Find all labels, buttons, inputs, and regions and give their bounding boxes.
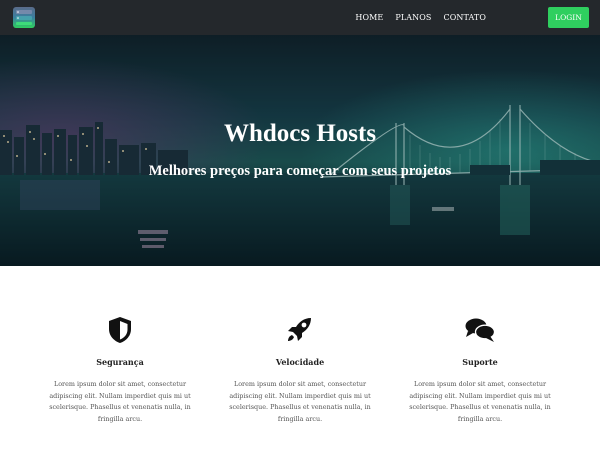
- hero-subtitle: Melhores preços para começar com seus pr…: [148, 163, 452, 179]
- hero-background-image: [0, 35, 600, 266]
- rocket-icon: [288, 318, 311, 341]
- nav-link-home[interactable]: HOME: [355, 13, 383, 22]
- feature-description: Lorem ipsum dolor sit amet, consectetur …: [229, 380, 371, 423]
- feature-title: Suporte: [462, 357, 498, 367]
- feature-description: Lorem ipsum dolor sit amet, consectetur …: [409, 380, 551, 423]
- feature-title: Velocidade: [275, 357, 325, 367]
- nav-link-planos[interactable]: PLANOS: [395, 13, 431, 22]
- login-button[interactable]: LOGIN: [548, 7, 589, 28]
- navbar: HOME PLANOS CONTATO LOGIN: [0, 0, 600, 35]
- logo-icon[interactable]: [13, 7, 35, 28]
- shield-icon: [109, 317, 131, 343]
- hero-banner: Whdocs Hosts Melhores preços para começa…: [0, 35, 600, 266]
- feature-title: Segurança: [96, 357, 144, 367]
- nav-links: HOME PLANOS CONTATO: [355, 0, 486, 35]
- feature-description: Lorem ipsum dolor sit amet, consectetur …: [49, 380, 191, 423]
- features-section: Segurança Lorem ipsum dolor sit amet, co…: [0, 266, 600, 451]
- nav-link-contato[interactable]: CONTATO: [443, 13, 486, 22]
- hero-title: Whdocs Hosts: [223, 120, 377, 147]
- chat-bubbles-icon: [465, 318, 496, 342]
